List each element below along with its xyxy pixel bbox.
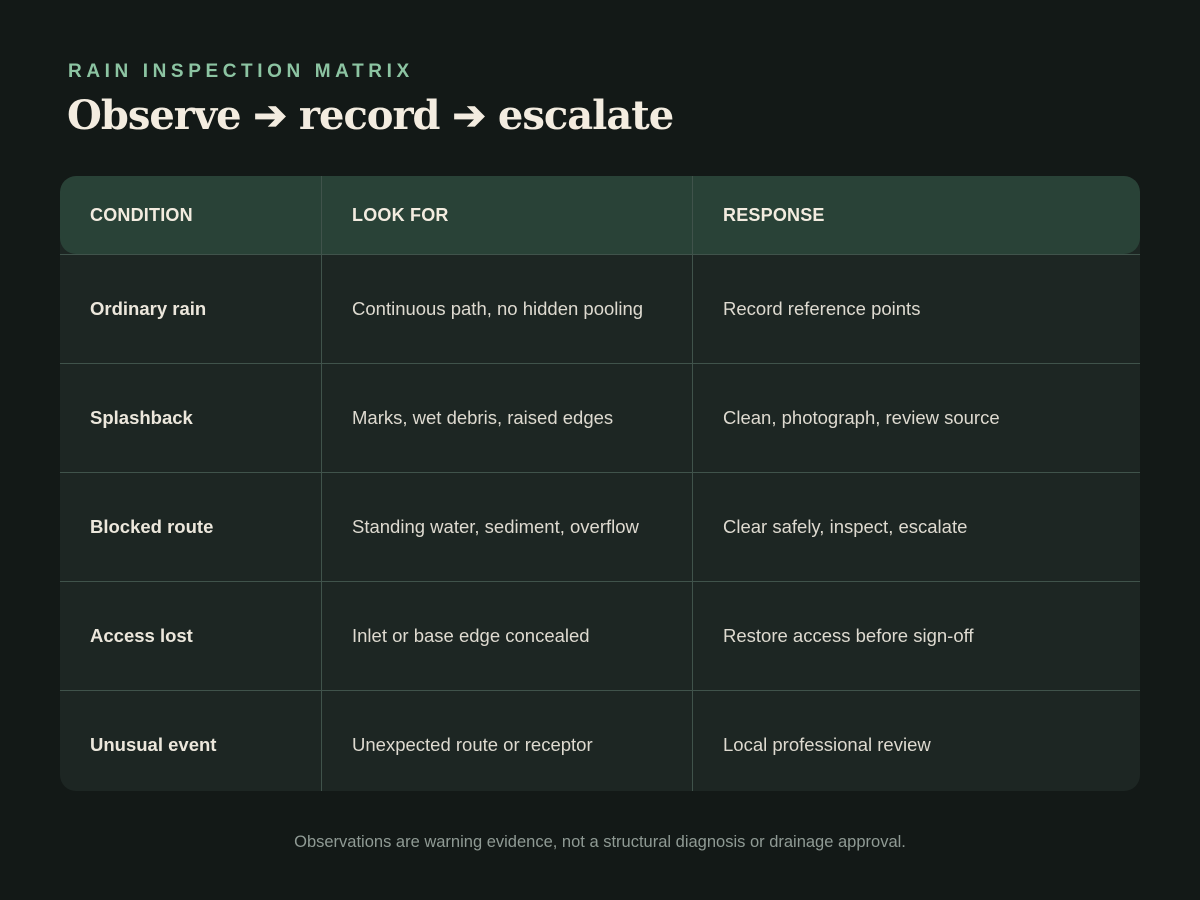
table-header-row: CONDITION LOOK FOR RESPONSE [60,176,1140,254]
response-cell: Clear safely, inspect, escalate [723,516,968,537]
look-for-cell: Continuous path, no hidden pooling [322,255,693,363]
look-for-cell: Standing water, sediment, overflow [322,473,693,581]
condition-cell: Blocked route [60,473,322,581]
inspection-matrix-table: CONDITION LOOK FOR RESPONSE Ordinary rai… [60,176,1140,791]
page-title: Observe ➔ record ➔ escalate [67,92,674,139]
footnote-disclaimer: Observations are warning evidence, not a… [294,833,906,851]
condition-cell: Unusual event [60,691,322,791]
response-cell: Clean, photograph, review source [723,407,1000,428]
response-cell: Record reference points [723,298,921,319]
response-cell: Local professional review [723,734,931,755]
column-header-condition: CONDITION [60,176,322,254]
condition-cell: Splashback [60,364,322,472]
column-header-look-for: LOOK FOR [322,176,693,254]
look-for-cell: Marks, wet debris, raised edges [322,364,693,472]
table-row: Splashback Marks, wet debris, raised edg… [60,363,1140,472]
column-header-response: RESPONSE [723,204,825,225]
look-for-cell: Unexpected route or receptor [322,691,693,791]
eyebrow-label: RAIN INSPECTION MATRIX [68,61,414,82]
table-row: Ordinary rain Continuous path, no hidden… [60,254,1140,363]
table-row: Access lost Inlet or base edge concealed… [60,581,1140,690]
condition-cell: Access lost [60,582,322,690]
response-cell: Restore access before sign-off [723,625,974,646]
table-row: Unusual event Unexpected route or recept… [60,690,1140,791]
table-row: Blocked route Standing water, sediment, … [60,472,1140,581]
condition-cell: Ordinary rain [60,255,322,363]
look-for-cell: Inlet or base edge concealed [322,582,693,690]
